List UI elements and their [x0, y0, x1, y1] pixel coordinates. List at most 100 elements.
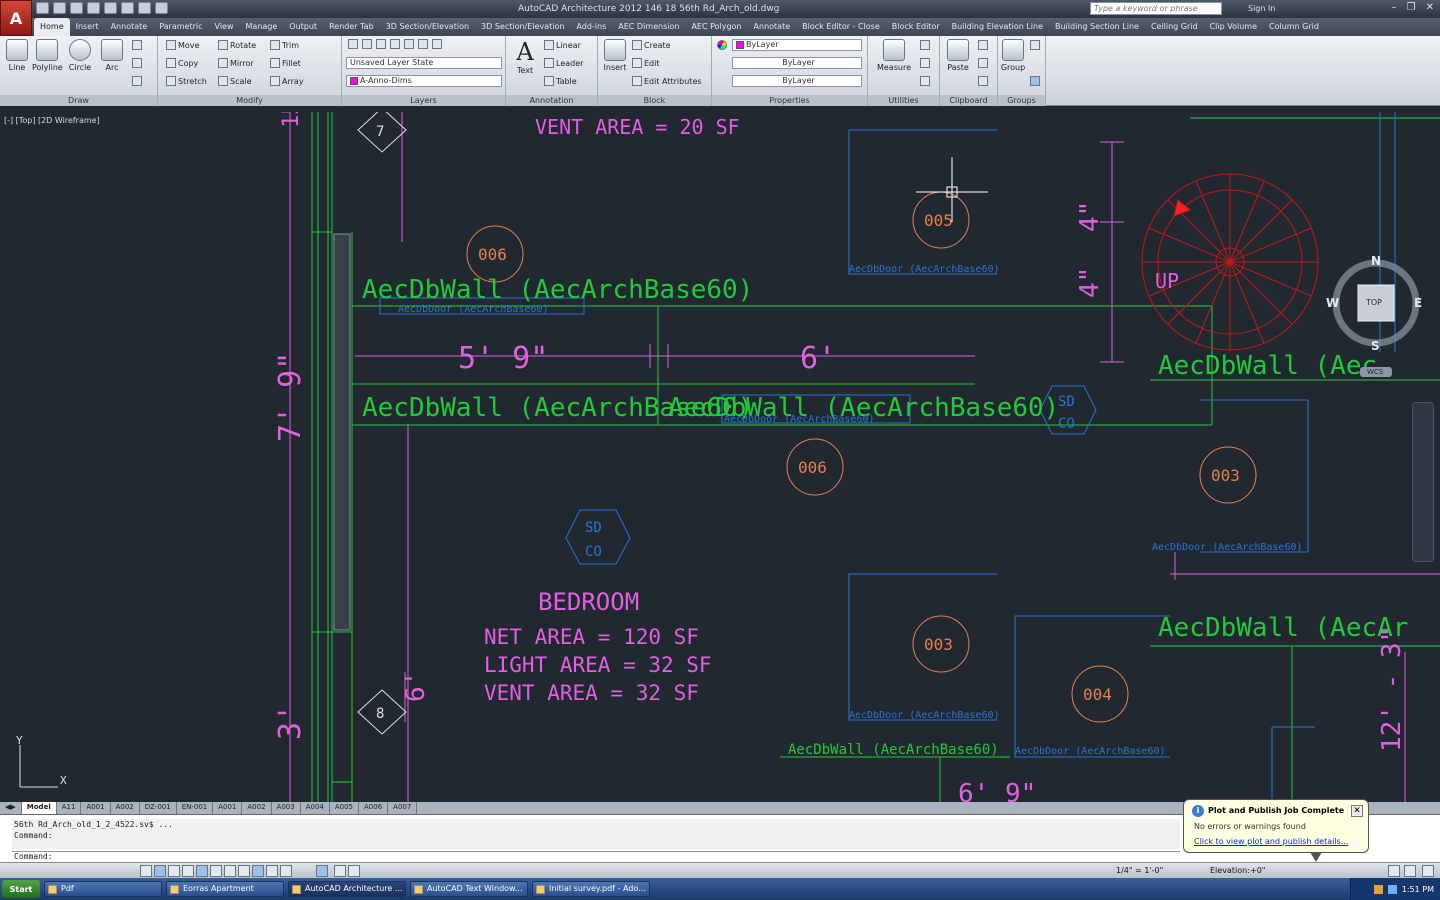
- layout-tab[interactable]: EN-001: [177, 802, 214, 814]
- trim-button[interactable]: Trim: [270, 40, 299, 50]
- table-button[interactable]: Table: [544, 76, 577, 86]
- modify-panel-title[interactable]: Modify: [158, 95, 341, 106]
- layer-freeze-icon[interactable]: [390, 39, 400, 49]
- save-icon[interactable]: [70, 2, 83, 14]
- 3d-object-snap-icon[interactable]: [210, 865, 222, 877]
- restore-icon[interactable]: ❐: [1407, 2, 1416, 13]
- grid-display-icon[interactable]: [154, 865, 166, 877]
- ribbon-tab[interactable]: Block Editor - Close: [796, 18, 886, 36]
- arc-button[interactable]: Arc: [98, 39, 126, 72]
- hatch-button[interactable]: [132, 58, 142, 68]
- taskbar-item[interactable]: Initial survey.pdf - Ado...: [532, 881, 650, 897]
- groups-panel-title[interactable]: Groups: [998, 95, 1045, 106]
- rectangle-button[interactable]: [132, 40, 142, 50]
- polar-tracking-icon[interactable]: [182, 865, 194, 877]
- search-input[interactable]: Type a keyword or phrase: [1090, 2, 1222, 15]
- mirror-button[interactable]: Mirror: [218, 58, 254, 68]
- id-point-button[interactable]: [920, 58, 930, 68]
- layer-off-icon[interactable]: [362, 39, 372, 49]
- network-icon[interactable]: [1387, 884, 1397, 894]
- workspace-icon[interactable]: [155, 2, 168, 14]
- wcs-menu[interactable]: WCS: [1367, 368, 1383, 376]
- paste-button[interactable]: Paste: [944, 39, 972, 72]
- snap-mode-icon[interactable]: [140, 865, 152, 877]
- move-button[interactable]: Move: [166, 40, 199, 50]
- viewcube-top-face[interactable]: TOP: [1366, 298, 1382, 307]
- plot-details-link[interactable]: Click to view plot and publish details..…: [1194, 837, 1348, 846]
- boundary-button[interactable]: [132, 76, 142, 86]
- layout-tab[interactable]: A006: [359, 802, 389, 814]
- ribbon-tab[interactable]: Parametric: [153, 18, 208, 36]
- polyline-button[interactable]: Polyline: [32, 39, 63, 72]
- lineweight-dropdown[interactable]: ByLayer: [732, 75, 862, 87]
- plot-icon[interactable]: [104, 2, 117, 14]
- ucs-dynamic-icon[interactable]: [238, 865, 250, 877]
- block-panel-title[interactable]: Block: [598, 95, 711, 106]
- linetype-dropdown[interactable]: ByLayer: [732, 57, 862, 69]
- layer-previous-icon[interactable]: [432, 39, 442, 49]
- quick-calc-button[interactable]: [920, 40, 930, 50]
- object-snap-tracking-icon[interactable]: [224, 865, 236, 877]
- group-select-button[interactable]: [1030, 76, 1040, 86]
- clipboard-panel-title[interactable]: Clipboard: [940, 95, 997, 106]
- navigation-bar[interactable]: [1412, 402, 1434, 562]
- ribbon-tab[interactable]: Render Tab: [323, 18, 380, 36]
- quick-view-drawings-icon[interactable]: [348, 865, 360, 877]
- layout-tab[interactable]: A11: [57, 802, 82, 814]
- ungroup-button[interactable]: [1030, 40, 1040, 50]
- group-button[interactable]: Group: [1000, 39, 1026, 72]
- layout-tab[interactable]: A005: [330, 802, 360, 814]
- array-button[interactable]: Array: [270, 76, 304, 86]
- layer-isolate-icon[interactable]: [376, 39, 386, 49]
- properties-panel-title[interactable]: Properties: [712, 95, 867, 106]
- cut-button[interactable]: [978, 40, 988, 50]
- ribbon-tab[interactable]: Output: [283, 18, 323, 36]
- ribbon-tab[interactable]: Building Elevation Line: [946, 18, 1049, 36]
- minimize-icon[interactable]: –: [1392, 2, 1397, 13]
- ribbon-tab[interactable]: 3D Section/Elevation: [380, 18, 475, 36]
- text-button[interactable]: A Text: [510, 38, 540, 75]
- rotate-button[interactable]: Rotate: [218, 40, 256, 50]
- layout-tab[interactable]: A001: [213, 802, 243, 814]
- compass-south[interactable]: S: [1371, 339, 1380, 353]
- dynamic-input-icon[interactable]: [252, 865, 264, 877]
- undo-icon[interactable]: [121, 2, 134, 14]
- layers-panel-title[interactable]: Layers: [342, 95, 505, 106]
- viewcube[interactable]: TOP N S E W WCS: [1326, 254, 1422, 377]
- layout-tab[interactable]: A004: [301, 802, 330, 814]
- compass-east[interactable]: E: [1414, 296, 1422, 310]
- layout-tab[interactable]: A002: [242, 802, 272, 814]
- copy-button[interactable]: Copy: [166, 58, 198, 68]
- quick-view-layouts-icon[interactable]: [334, 865, 346, 877]
- draw-panel-title[interactable]: Draw: [0, 95, 157, 106]
- sign-in-link[interactable]: Sign In: [1248, 4, 1275, 13]
- transparency-icon[interactable]: [280, 865, 292, 877]
- open-icon[interactable]: [53, 2, 66, 14]
- taskbar-item[interactable]: AutoCAD Text Window...: [410, 881, 528, 897]
- layout-tab[interactable]: A003: [272, 802, 301, 814]
- circle-button[interactable]: Circle: [66, 39, 94, 72]
- layer-dropdown[interactable]: A-Anno-Dims: [346, 75, 502, 87]
- line-button[interactable]: Line: [4, 39, 30, 72]
- ribbon-tab[interactable]: Add-ins: [570, 18, 612, 36]
- viewport-controls-label[interactable]: [-] [Top] [2D Wireframe]: [4, 116, 100, 125]
- layout-tab-scroll-arrows[interactable]: ◀▶: [0, 802, 22, 814]
- layout-tab[interactable]: A002: [111, 802, 140, 814]
- model-space-icon[interactable]: [316, 865, 328, 877]
- ribbon-tab[interactable]: Annotate: [748, 18, 797, 36]
- layout-tab[interactable]: Model: [21, 802, 57, 814]
- annotation-scale[interactable]: 1/4" = 1'-0": [1116, 866, 1163, 875]
- compass-west[interactable]: W: [1326, 296, 1339, 310]
- start-button[interactable]: Start: [2, 880, 40, 898]
- ribbon-tab[interactable]: Ceiling Grid: [1145, 18, 1204, 36]
- color-dropdown[interactable]: ByLayer: [732, 39, 862, 51]
- layer-state-dropdown[interactable]: Unsaved Layer State: [346, 57, 502, 69]
- scale-button[interactable]: Scale: [218, 76, 252, 86]
- redo-icon[interactable]: [138, 2, 151, 14]
- ribbon-tab[interactable]: Insert: [70, 18, 105, 36]
- command-input[interactable]: Command:: [12, 851, 1180, 862]
- taskbar-item[interactable]: Pdf: [44, 881, 162, 897]
- fillet-button[interactable]: Fillet: [270, 58, 301, 68]
- clean-screen-icon[interactable]: [1422, 865, 1434, 877]
- select-all-button[interactable]: [920, 76, 930, 86]
